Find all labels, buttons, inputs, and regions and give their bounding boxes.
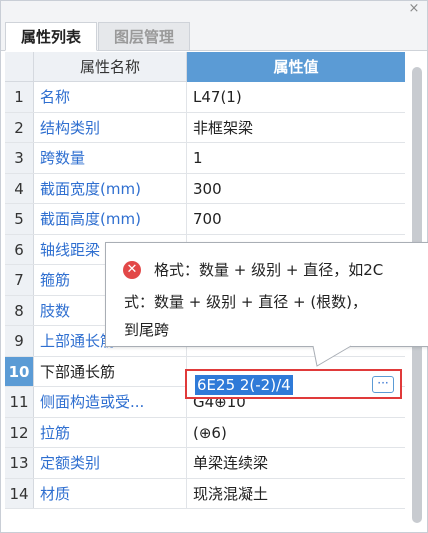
header-property-value: 属性值 [187, 52, 405, 82]
table-row[interactable]: 2 结构类别 非框架梁 [5, 112, 405, 143]
row-name: 侧面构造或受... [34, 387, 187, 417]
row-value[interactable]: (⊕6) [187, 418, 405, 448]
table-row[interactable]: 5 截面高度(mm) 700 [5, 204, 405, 235]
more-options-button[interactable]: ··· [372, 376, 394, 393]
row-number: 6 [5, 234, 34, 264]
rebar-value-input[interactable]: 6E25 2(-2)/4 ··· [185, 369, 402, 399]
row-name: 截面宽度(mm) [34, 173, 187, 203]
row-value[interactable]: L47(1) [187, 82, 405, 112]
row-number: 3 [5, 143, 34, 173]
row-name: 截面高度(mm) [34, 204, 187, 234]
row-value[interactable]: 单梁连续梁 [187, 448, 405, 478]
tab-property-list[interactable]: 属性列表 [5, 22, 97, 51]
row-name: 拉筋 [34, 417, 187, 447]
row-name: 结构类别 [34, 112, 187, 142]
row-number: 5 [5, 204, 34, 234]
row-number: 11 [5, 387, 34, 417]
rebar-value-text[interactable]: 6E25 2(-2)/4 [195, 375, 293, 395]
tooltip-line-1: 格式：数量 + 级别 + 直径，如2C [154, 261, 384, 279]
row-number: 7 [5, 265, 34, 295]
header-property-name: 属性名称 [34, 52, 187, 82]
row-value[interactable]: 1 [187, 143, 405, 173]
row-number: 9 [5, 326, 34, 356]
row-number: 2 [5, 112, 34, 142]
row-number: 13 [5, 448, 34, 478]
row-name: 跨数量 [34, 143, 187, 173]
grid-corner [5, 52, 34, 82]
tab-layer-management[interactable]: 图层管理 [98, 22, 190, 51]
row-name: 下部通长筋 [34, 356, 187, 386]
table-row[interactable]: 4 截面宽度(mm) 300 [5, 173, 405, 204]
row-value[interactable]: 现浇混凝土 [187, 479, 405, 509]
row-number: 8 [5, 295, 34, 325]
grid-header: 属性名称 属性值 [5, 52, 405, 82]
table-row[interactable]: 14 材质 现浇混凝土 [5, 478, 405, 509]
table-row[interactable]: 3 跨数量 1 [5, 143, 405, 174]
row-value[interactable]: 非框架梁 [187, 113, 405, 143]
panel-title-strip: × [1, 1, 427, 19]
row-name: 定额类别 [34, 448, 187, 478]
property-panel: × 属性列表 图层管理 属性名称 属性值 1 名称 L47(1) 2 结构类别 … [0, 0, 428, 533]
row-name: 材质 [34, 478, 187, 508]
error-icon: ✕ [123, 261, 141, 279]
tooltip-line-2: 式：数量 + 级别 + 直径 + (根数)， [124, 293, 368, 311]
row-number: 14 [5, 478, 34, 508]
table-row[interactable]: 12 拉筋 (⊕6) [5, 417, 405, 448]
table-row[interactable]: 1 名称 L47(1) [5, 82, 405, 113]
row-number: 12 [5, 417, 34, 447]
row-value[interactable]: 300 [187, 174, 405, 204]
row-number: 1 [5, 82, 34, 112]
format-hint-tooltip: ✕ 格式：数量 + 级别 + 直径，如2C 式：数量 + 级别 + 直径 + (… [105, 242, 428, 347]
table-row[interactable]: 13 定额类别 单梁连续梁 [5, 448, 405, 479]
tab-bar: 属性列表 图层管理 [1, 19, 427, 51]
tooltip-line-3: 到尾跨 [124, 321, 170, 339]
row-value[interactable]: 700 [187, 204, 405, 234]
close-icon[interactable]: × [407, 1, 421, 17]
row-number: 10 [5, 356, 34, 386]
row-number: 4 [5, 173, 34, 203]
row-name: 名称 [34, 82, 187, 112]
